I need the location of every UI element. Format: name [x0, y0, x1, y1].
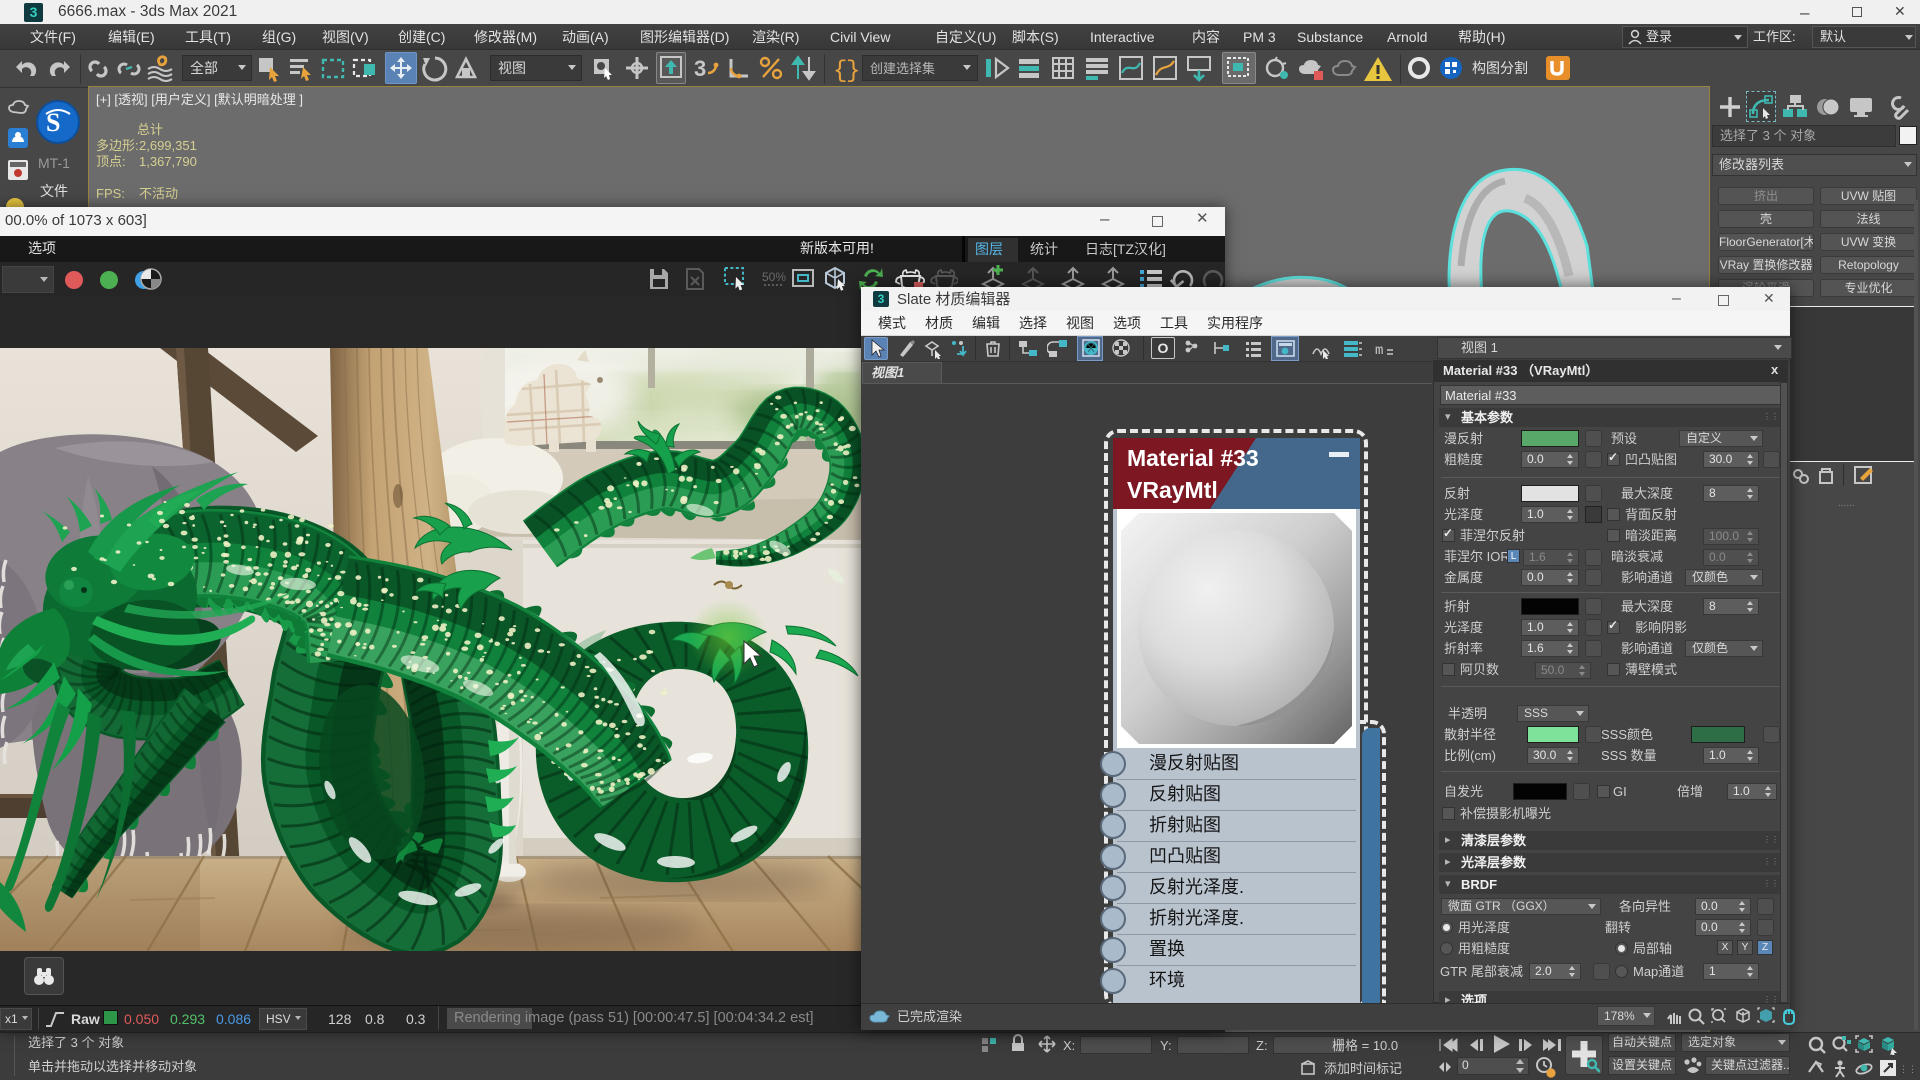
- svg-text:Material #33: Material #33: [1127, 445, 1259, 471]
- svg-text:50%: 50%: [762, 270, 786, 284]
- svg-text:m: m: [1375, 343, 1383, 359]
- svg-text:3: 3: [694, 56, 706, 81]
- svg-text:VRayMtl: VRayMtl: [1127, 477, 1218, 503]
- svg-text:}: }: [846, 58, 860, 83]
